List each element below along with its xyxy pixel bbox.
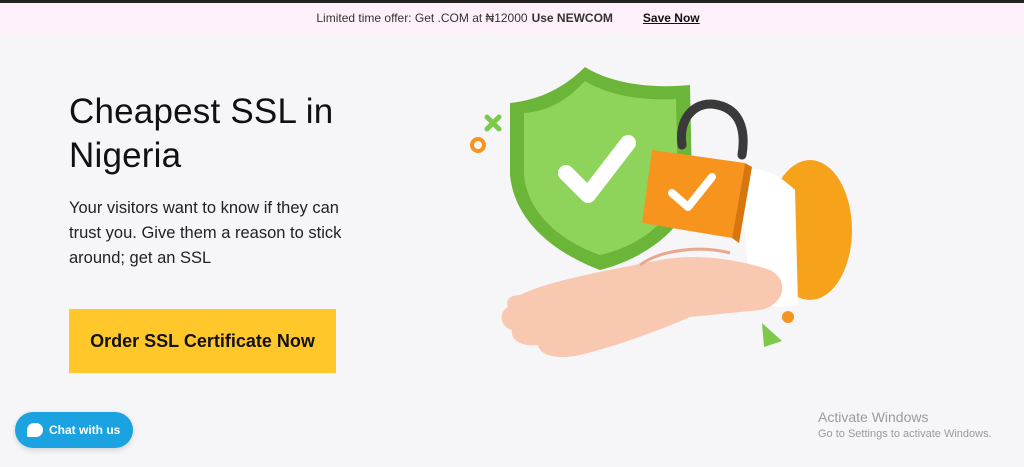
- hand-icon: [501, 247, 783, 357]
- chat-with-us-button[interactable]: Chat with us: [15, 412, 133, 448]
- chat-bubble-icon: [27, 423, 43, 437]
- promo-text: Limited time offer: Get .COM at ₦12000: [316, 11, 528, 25]
- watermark-subtitle: Go to Settings to activate Windows.: [818, 428, 992, 440]
- order-ssl-button[interactable]: Order SSL Certificate Now: [69, 309, 336, 373]
- activate-windows-watermark: Activate Windows Go to Settings to activ…: [818, 409, 992, 440]
- chat-label: Chat with us: [49, 423, 121, 437]
- promo-bar: Limited time offer: Get .COM at ₦12000 U…: [0, 3, 1024, 33]
- triangle-decoration-icon: [762, 323, 782, 347]
- ring-decoration-icon: [470, 137, 486, 153]
- cross-decoration-icon: [484, 114, 502, 132]
- ssl-illustration: [470, 67, 852, 357]
- hero-subtitle: Your visitors want to know if they can t…: [69, 199, 342, 267]
- promo-code: Use NEWCOM: [531, 11, 613, 25]
- page-title: Cheapest SSL in Nigeria: [69, 92, 334, 175]
- dot-decoration-icon: [782, 311, 794, 323]
- save-now-link[interactable]: Save Now: [643, 11, 700, 25]
- watermark-title: Activate Windows: [818, 409, 929, 425]
